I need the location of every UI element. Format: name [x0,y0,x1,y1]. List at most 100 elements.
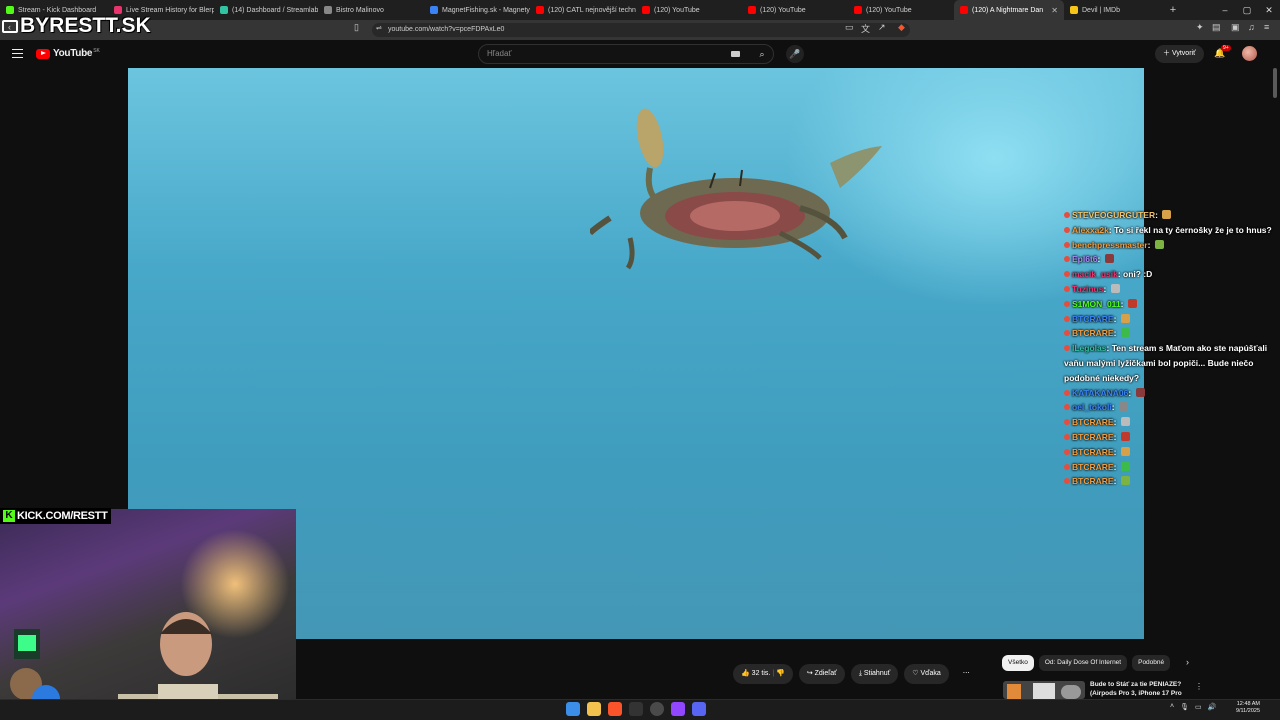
keyboard-icon[interactable] [731,51,740,57]
chat-emote-icon [1118,402,1128,412]
like-count: 32 tis. [751,670,771,677]
chevron-up-icon[interactable]: ˄ [1170,703,1174,711]
cast-icon[interactable]: ▭ [845,22,854,33]
translate-icon[interactable]: 文 [861,22,870,35]
more-vert-icon[interactable]: ⋮ [1195,682,1203,691]
brave-shield-icon[interactable]: ◆ [898,22,905,33]
tab-label: Live Stream History for Blerp S [126,6,214,14]
share-label: Zdieľať [814,670,837,677]
browser-tab[interactable]: (120) YouTube [742,0,848,20]
search-input[interactable]: Hľadať [478,44,774,64]
browser-tab[interactable]: (120) YouTube [848,0,954,20]
microphone-icon[interactable]: 🎤 [786,45,804,63]
discord-icon[interactable] [692,702,706,716]
chat-message: BTCRARE: [1064,415,1276,430]
chat-text: To si řekl na ty černošky že je to hnus? [1114,224,1272,235]
chat-message: Alexxa2k: To si řekl na ty černošky že j… [1064,223,1276,238]
stream-banner: BYRESTT.SK [2,14,151,38]
wallet-icon[interactable]: ▣ [1231,22,1240,33]
chat-message: BTCRARE: [1064,445,1276,460]
thanks-button[interactable]: ♡ Vďaka [904,664,949,684]
chat-badge-icon [1064,404,1070,411]
search-icon[interactable]: ⌕ [750,44,774,64]
sidebar-icon[interactable]: ▤ [1212,22,1221,33]
chat-message: S1MON_011: [1064,297,1276,312]
file-explorer-icon[interactable] [587,702,601,716]
recommendation-thumbnail[interactable] [1003,681,1085,699]
tab-label: (120) A Nightmare Dan [972,6,1044,14]
avatar[interactable] [1242,46,1257,61]
chat-badge-icon [1064,433,1070,440]
browser-tab[interactable]: (120) YouTube [636,0,742,20]
volume-icon[interactable]: 🔊 [1208,703,1217,711]
more-actions-button[interactable]: ⋯ [955,664,978,684]
chat-emote-icon [1154,239,1164,249]
create-label: Vytvoriť [1171,50,1196,57]
mic-tray-icon[interactable]: 🎙 [1180,703,1189,711]
chat-username: Tuzinus [1072,283,1104,294]
system-tray: ˄ 🎙 ▭ 🔊 [1170,703,1216,711]
crab-illustration [590,108,882,270]
chat-emote-icon [1127,298,1137,308]
tab-close-icon[interactable]: ✕ [1051,6,1058,15]
url-field[interactable]: youtube.com/watch?v=pceFDPAxLe0 [372,23,910,37]
dislike-icon[interactable]: 👎 [776,670,785,677]
create-button[interactable]: ＋ Vytvoriť [1155,45,1204,63]
chat-message: oel_tokoli: [1064,400,1276,415]
obs-icon[interactable] [650,702,664,716]
clock-time: 12:48 AM [1236,701,1260,707]
download-button[interactable]: ⤓ Stiahnuť [850,664,899,684]
system-clock[interactable]: 12:48 AM 9/11/2025 [1232,701,1260,715]
filter-chip[interactable]: Od: Daily Dose Of Internet [1038,655,1128,671]
kick-logo-icon: K [3,510,15,522]
chat-badge-icon [1064,448,1070,455]
windows-start-icon[interactable] [566,702,580,716]
recommendation-title[interactable]: Bude to Stáť za tie PENIAZE? (Airpods Pr… [1090,681,1190,699]
site-info-icon[interactable]: ⇌ [376,24,382,32]
page-scrollbar[interactable] [1272,68,1278,698]
chat-message: benchpressmaster: [1064,238,1276,253]
browser-tab[interactable]: Bistro Malinovo [318,0,424,20]
filter-chip[interactable]: Všetko [1002,655,1034,671]
chat-badge-icon [1064,241,1070,248]
like-button[interactable]: 👍 32 tis. | 👎 [733,664,793,684]
extensions-icon[interactable]: ✦ [1196,22,1204,33]
share-button[interactable]: ↪ Zdieľať [798,664,845,684]
minimize-icon[interactable]: – [1214,0,1236,20]
chat-username: ILegolas [1072,343,1107,354]
chat-badge-icon [1064,271,1070,278]
chat-badge-icon [1064,345,1070,352]
bookmark-icon[interactable]: ▯ [354,22,359,33]
chat-badge-icon [1064,419,1070,426]
youtube-logo[interactable]: YouTube SK [36,48,100,59]
chat-message: BTCRARE: [1064,312,1276,327]
browser-tab[interactable]: MagnetFishing.sk - Magnety a [424,0,530,20]
tab-label: (14) Dashboard / Streamlabs [232,6,318,14]
tab-label: Bistro Malinovo [336,6,384,14]
browser-tab[interactable]: Devil | IMDb [1064,0,1164,20]
chat-username: KATAKANA06 [1072,387,1129,398]
chevron-right-icon[interactable]: › [1186,657,1189,667]
browser-tab[interactable]: (14) Dashboard / Streamlabs [214,0,318,20]
display-icon[interactable]: ▭ [1195,703,1202,711]
tab-label: Stream - Kick Dashboard [18,6,97,14]
brave-browser-icon[interactable] [608,702,622,716]
menu-icon[interactable]: ≡ [1264,22,1269,32]
browser-tab[interactable]: (120) CATL nejnovější technolo [530,0,636,20]
share-icon[interactable]: ↗ [878,22,886,33]
maximize-icon[interactable]: ▢ [1236,0,1258,20]
tab-favicon-icon [854,6,862,14]
hamburger-menu-icon[interactable] [12,49,23,58]
chat-username: BTCRARE [1072,328,1114,339]
chat-message: KATAKANA06: [1064,386,1276,401]
scrollbar-thumb[interactable] [1273,68,1277,98]
chat-username: BTCRARE [1072,446,1114,457]
terminal-icon[interactable] [629,702,643,716]
kick-url: KICK.COM/RESTT [17,510,108,522]
filter-chip[interactable]: Podobné [1132,655,1171,671]
twitch-icon[interactable] [671,702,685,716]
media-icon[interactable]: ♫ [1248,22,1255,32]
browser-tab[interactable]: (120) A Nightmare Dan ✕ [954,0,1064,20]
new-tab-button[interactable]: + [1164,4,1182,16]
close-icon[interactable]: ✕ [1258,0,1280,20]
